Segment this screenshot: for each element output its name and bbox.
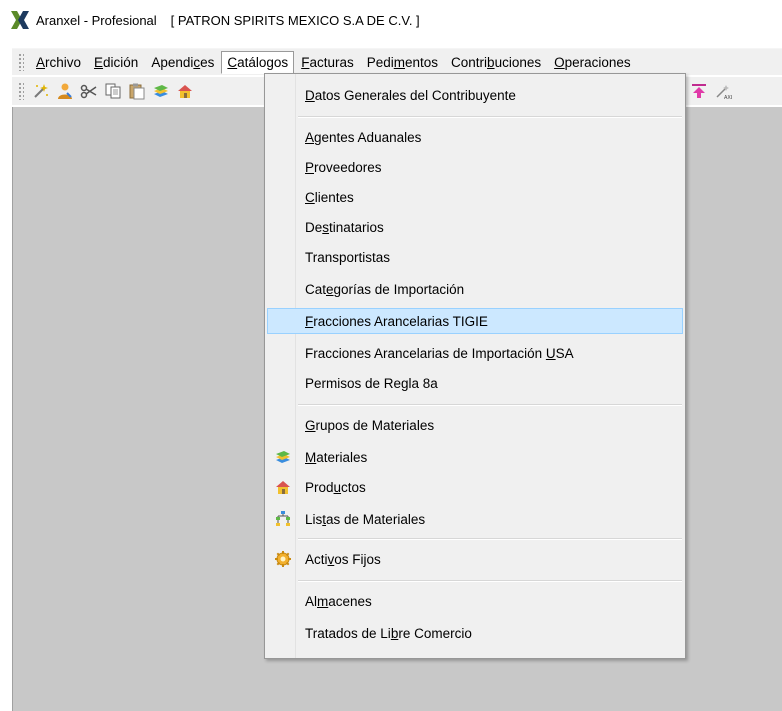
magic-icon[interactable]: AXL xyxy=(712,80,734,102)
menu-separator xyxy=(298,580,682,582)
toolbar-grip[interactable] xyxy=(18,82,24,100)
copy-icon[interactable] xyxy=(102,80,124,102)
app-title: Aranxel - Profesional xyxy=(36,12,157,28)
wand-icon[interactable] xyxy=(30,80,52,102)
app-window: Aranxel - Profesional [ PATRON SPIRITS M… xyxy=(0,0,782,711)
menu-apendices[interactable]: Apendices xyxy=(145,51,220,74)
house-icon xyxy=(268,475,298,499)
scissors-icon[interactable] xyxy=(78,80,100,102)
menu-edicion[interactable]: Edición xyxy=(88,51,144,74)
company-name: [ PATRON SPIRITS MEXICO S.A DE C.V. ] xyxy=(170,12,420,28)
layers-icon xyxy=(268,445,298,469)
menu-pedimentos[interactable]: Pedimentos xyxy=(361,51,444,74)
menuitem-permisos-regla-8a[interactable]: Permisos de Regla 8a xyxy=(267,370,683,396)
menuitem-almacenes[interactable]: Almacenes xyxy=(267,588,683,614)
menuitem-datos-generales[interactable]: Datos Generales del Contribuyente xyxy=(267,82,683,108)
menuitem-destinatarios[interactable]: Destinatarios xyxy=(267,214,683,240)
menuitem-listas-materiales[interactable]: Listas de Materiales xyxy=(267,506,683,532)
app-logo-icon xyxy=(10,9,30,31)
menuitem-proveedores[interactable]: Proveedores xyxy=(267,154,683,180)
menu-bar: Archivo Edición Apendices Catálogos Fact… xyxy=(12,48,782,75)
menu-separator xyxy=(298,116,682,118)
toolbar-right-group: AXL xyxy=(688,80,736,102)
menu-operaciones[interactable]: Operaciones xyxy=(548,51,637,74)
menu-separator xyxy=(298,538,682,540)
svg-text:AXL: AXL xyxy=(724,95,732,100)
menuitem-transportistas[interactable]: Transportistas xyxy=(267,244,683,270)
menubar-grip[interactable] xyxy=(18,53,24,71)
menuitem-fracciones-tigie[interactable]: Fracciones Arancelarias TIGIE xyxy=(267,308,683,334)
paste-icon[interactable] xyxy=(126,80,148,102)
menu-catalogos[interactable]: Catálogos xyxy=(221,50,295,74)
menuitem-grupos-materiales[interactable]: Grupos de Materiales xyxy=(267,412,683,438)
gear-icon xyxy=(268,547,298,571)
upload-icon[interactable] xyxy=(688,80,710,102)
house-icon[interactable] xyxy=(174,80,196,102)
menu-separator xyxy=(298,404,682,406)
title-bar: Aranxel - Profesional [ PATRON SPIRITS M… xyxy=(0,0,782,40)
menuitem-categorias-importacion[interactable]: Categorías de Importación xyxy=(267,276,683,302)
menuitem-materiales[interactable]: Materiales xyxy=(267,444,683,470)
menu-archivo[interactable]: Archivo xyxy=(30,51,87,74)
menuitem-activos-fijos[interactable]: Activos Fijos xyxy=(267,546,683,572)
hierarchy-icon xyxy=(268,507,298,531)
menuitem-tratados-libre-comercio[interactable]: Tratados de Libre Comercio xyxy=(267,620,683,646)
menu-contribuciones[interactable]: Contribuciones xyxy=(445,51,547,74)
menuitem-productos[interactable]: Productos xyxy=(267,474,683,500)
layers-icon[interactable] xyxy=(150,80,172,102)
menuitem-fracciones-usa[interactable]: Fracciones Arancelarias de Importación U… xyxy=(267,340,683,366)
menuitem-clientes[interactable]: Clientes xyxy=(267,184,683,210)
user-icon[interactable] xyxy=(54,80,76,102)
catalogos-dropdown: Datos Generales del Contribuyente Agente… xyxy=(264,73,686,659)
menuitem-agentes-aduanales[interactable]: Agentes Aduanales xyxy=(267,124,683,150)
menu-facturas[interactable]: Facturas xyxy=(295,51,360,74)
